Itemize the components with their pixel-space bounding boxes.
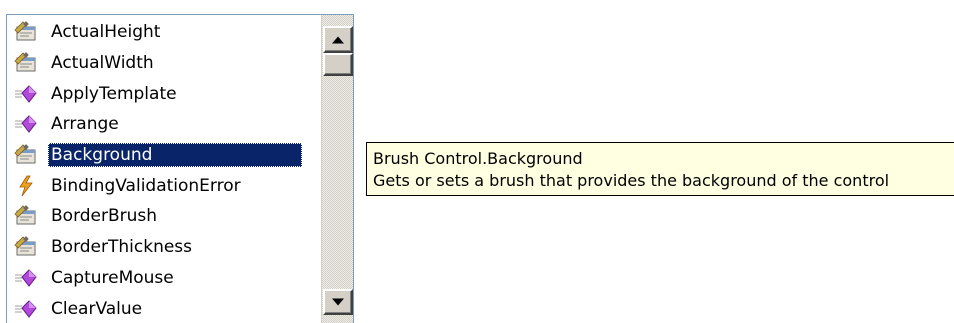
property-icon — [13, 236, 39, 258]
list-item-borderbrush[interactable]: BorderBrush — [7, 201, 323, 232]
property-icon — [13, 52, 39, 74]
list-item-arrange[interactable]: Arrange — [7, 109, 323, 140]
tooltip-signature: Brush Control.Background — [373, 149, 583, 168]
quickinfo-tooltip: Brush Control.Background Gets or sets a … — [366, 142, 954, 196]
property-icon — [13, 144, 39, 166]
event-icon — [13, 175, 39, 197]
list-item-bindingvalidationerror[interactable]: BindingValidationError — [7, 170, 323, 201]
arrow-down-icon — [332, 298, 344, 306]
item-label: ApplyTemplate — [51, 83, 177, 104]
list-item-applytemplate[interactable]: ApplyTemplate — [7, 78, 323, 109]
item-label: Arrange — [51, 114, 119, 135]
method-icon — [13, 113, 39, 135]
list-item-background[interactable]: Background — [7, 140, 323, 171]
item-label: BorderThickness — [51, 237, 193, 258]
property-icon — [13, 205, 39, 227]
item-label: ClearValue — [51, 298, 143, 319]
method-icon — [13, 298, 39, 320]
item-label: CaptureMouse — [51, 267, 174, 288]
item-label: ActualHeight — [51, 22, 161, 43]
vertical-scrollbar[interactable] — [321, 15, 353, 323]
completion-items: ActualHeight ActualWidth ApplyTemplate A… — [7, 17, 323, 323]
item-label: Background — [48, 143, 303, 168]
method-icon — [13, 267, 39, 289]
item-label: BindingValidationError — [51, 175, 241, 196]
scroll-down-button[interactable] — [323, 289, 353, 315]
code-editor-intellisense: ActualHeight ActualWidth ApplyTemplate A… — [0, 0, 954, 323]
completion-list[interactable]: ActualHeight ActualWidth ApplyTemplate A… — [6, 14, 354, 323]
list-item-actualheight[interactable]: ActualHeight — [7, 17, 323, 48]
scroll-up-button[interactable] — [323, 26, 353, 53]
item-label: BorderBrush — [51, 206, 158, 227]
scrollbar-thumb[interactable] — [323, 53, 353, 76]
tooltip-description: Gets or sets a brush that provides the b… — [373, 171, 890, 190]
list-item-clearvalue[interactable]: ClearValue — [7, 293, 323, 323]
list-item-capturemouse[interactable]: CaptureMouse — [7, 263, 323, 294]
list-item-actualwidth[interactable]: ActualWidth — [7, 48, 323, 79]
item-label: ActualWidth — [51, 53, 154, 74]
property-icon — [13, 21, 39, 43]
list-item-borderthickness[interactable]: BorderThickness — [7, 232, 323, 263]
arrow-up-icon — [332, 36, 344, 43]
method-icon — [13, 83, 39, 105]
